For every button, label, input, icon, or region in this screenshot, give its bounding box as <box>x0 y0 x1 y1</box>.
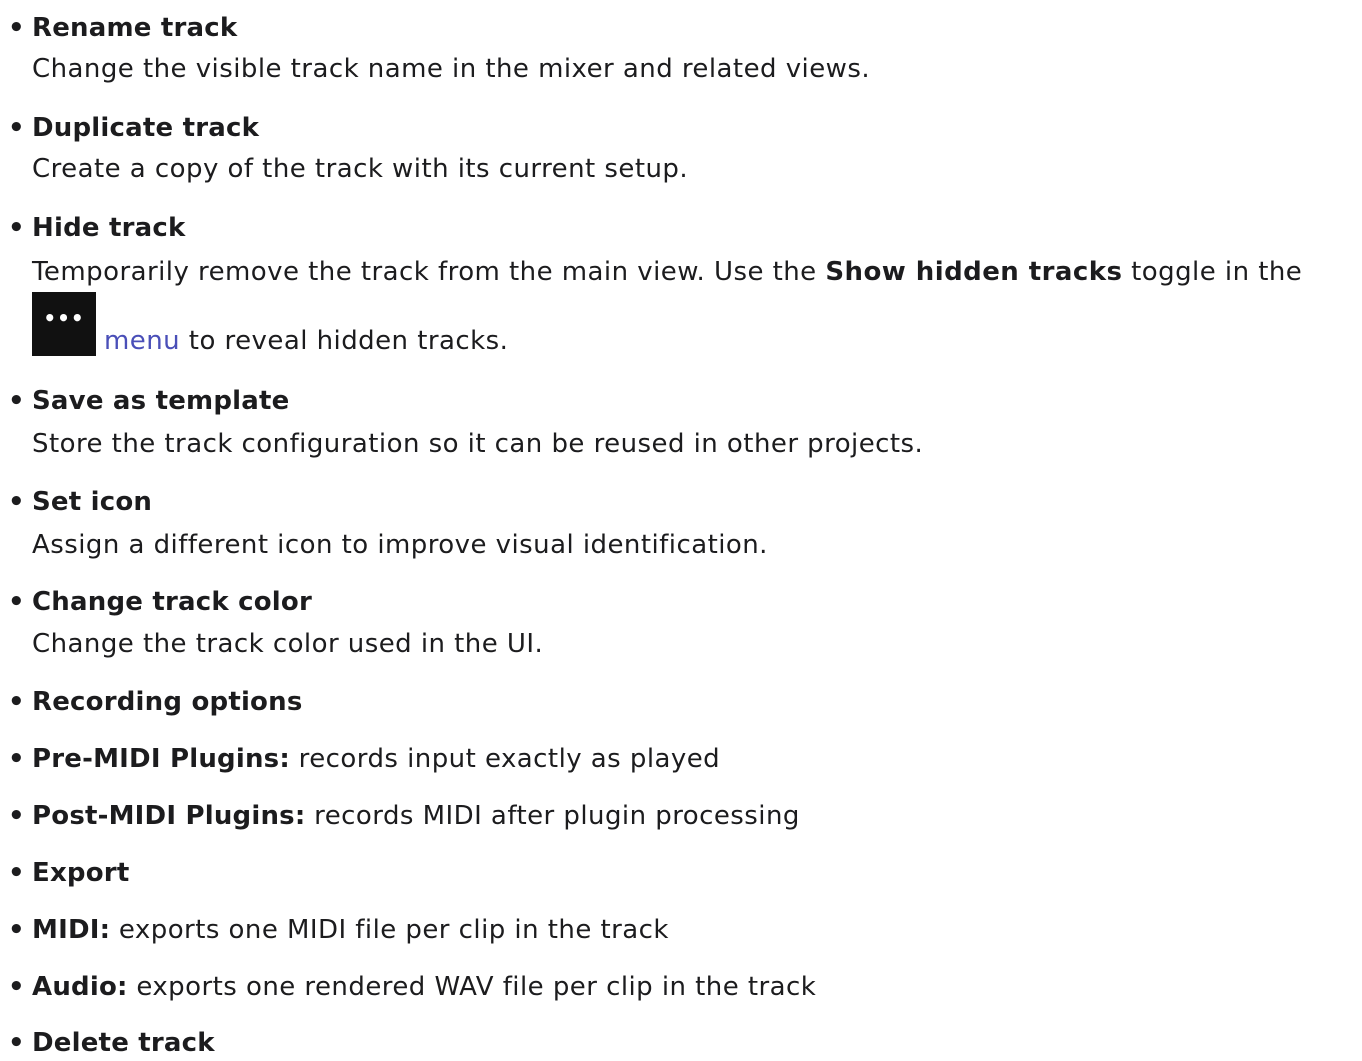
item-description-cont: menu to reveal hidden tracks. <box>104 323 508 359</box>
item-title: Rename track <box>32 13 238 43</box>
desc-text: to reveal hidden tracks. <box>180 326 509 356</box>
item-title-line: • Recording options <box>0 684 303 720</box>
bullet: • <box>8 386 25 416</box>
item-title-line: • Change track color <box>0 584 312 620</box>
item-description: Assign a different icon to improve visua… <box>32 530 768 560</box>
desc-text: toggle in the <box>1122 257 1303 287</box>
item-line: • Pre-MIDI Plugins: records input exactly… <box>0 741 720 777</box>
item-title: Recording options <box>32 687 303 717</box>
item-title-line: • Rename track <box>0 10 237 46</box>
bullet: • <box>8 972 25 1002</box>
item-title-line: • Delete track <box>0 1025 215 1061</box>
item-title: Delete track <box>32 1028 215 1058</box>
item-line: • Audio: exports one rendered WAV file pe… <box>0 969 816 1005</box>
item-label: Post-MIDI Plugins: <box>32 801 306 831</box>
item-text: records MIDI after plugin processing <box>305 801 800 831</box>
item-label: MIDI: <box>32 915 111 945</box>
item-line: • MIDI: exports one MIDI file per clip in… <box>0 912 669 948</box>
item-description: Change the track color used in the UI. <box>32 629 544 659</box>
item-description: Change the visible track name in the mix… <box>32 54 871 84</box>
item-description: Create a copy of the track with its curr… <box>32 154 689 184</box>
item-title: Change track color <box>32 587 312 617</box>
bullet: • <box>8 915 25 945</box>
bullet: • <box>8 744 25 774</box>
item-title-line: • Hide track <box>0 210 185 246</box>
menu-link[interactable]: menu <box>104 326 180 356</box>
bullet: • <box>8 687 25 717</box>
item-title: Export <box>32 858 130 888</box>
bullet: • <box>8 113 25 143</box>
item-description: Temporarily remove the track from the ma… <box>32 254 1302 290</box>
bullet: • <box>8 213 25 243</box>
bullet: • <box>8 801 25 831</box>
item-label: Pre-MIDI Plugins: <box>32 744 290 774</box>
bullet: • <box>8 13 25 43</box>
item-text: exports one MIDI file per clip in the tr… <box>110 915 669 945</box>
item-description: Store the track configuration so it can … <box>32 429 924 459</box>
item-title-line: • Save as template <box>0 383 289 419</box>
item-text: exports one rendered WAV file per clip i… <box>127 972 817 1002</box>
bullet: • <box>8 1028 25 1058</box>
show-hidden-tracks-label: Show hidden tracks <box>825 257 1123 287</box>
item-title: Hide track <box>32 213 186 243</box>
bullet: • <box>8 858 25 888</box>
bullet: • <box>8 487 25 517</box>
item-text: records input exactly as played <box>289 744 721 774</box>
item-title-line: • Duplicate track <box>0 110 259 146</box>
desc-text: Temporarily remove the track from the ma… <box>32 257 826 287</box>
item-title-line: • Set icon <box>0 484 152 520</box>
item-line: • Post-MIDI Plugins: records MIDI after p… <box>0 798 800 834</box>
more-options-glyph: ••• <box>43 306 85 330</box>
more-options-icon[interactable]: ••• <box>32 292 96 356</box>
item-title-line: • Export <box>0 855 129 891</box>
bullet: • <box>8 587 25 617</box>
item-title: Set icon <box>32 487 153 517</box>
item-label: Audio: <box>32 972 128 1002</box>
item-title: Duplicate track <box>32 113 260 143</box>
item-title: Save as template <box>32 386 290 416</box>
